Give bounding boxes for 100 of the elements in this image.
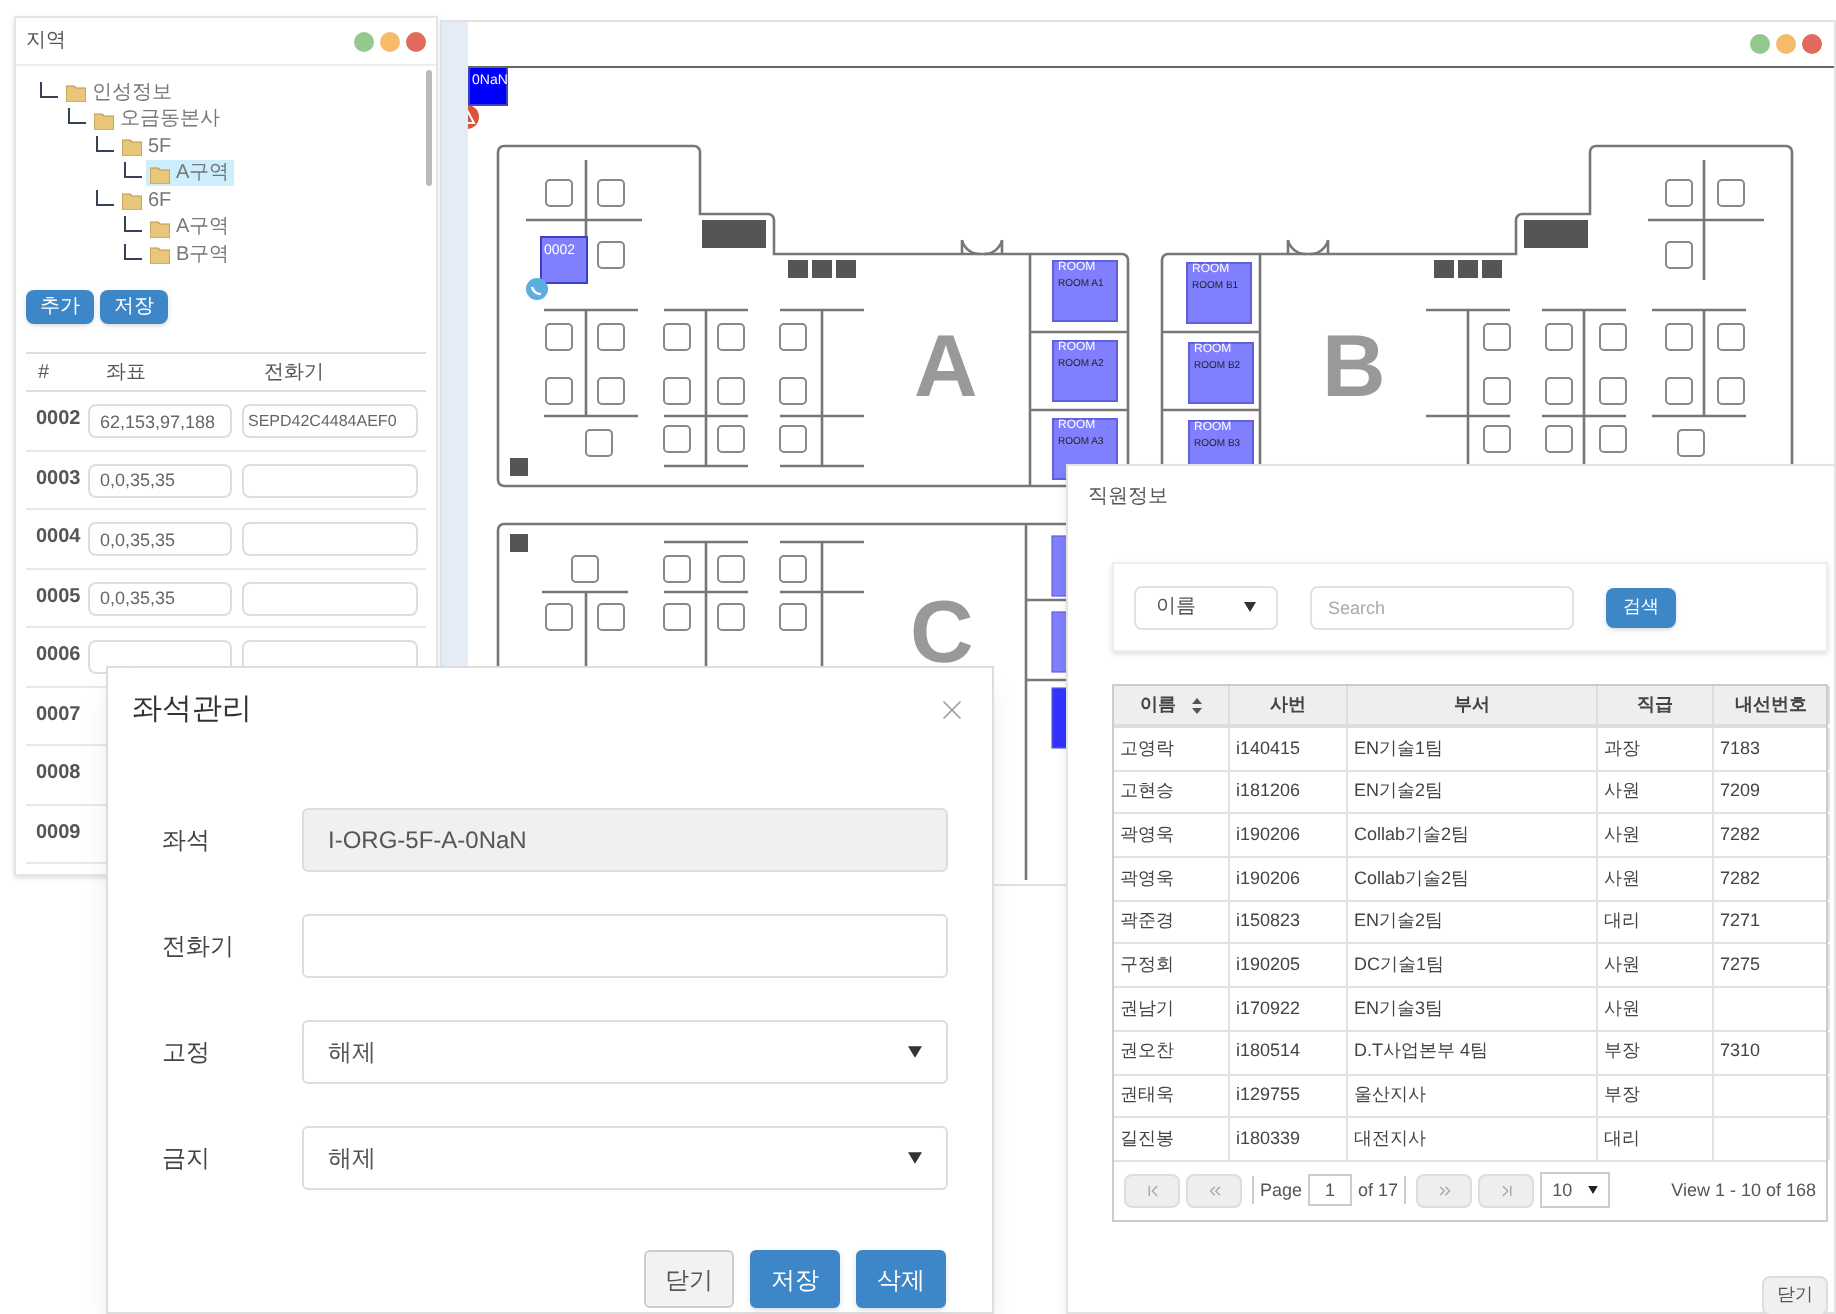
table-cell-text: 7183: [1720, 735, 1761, 762]
table-cell-text: 곽영욱: [1120, 865, 1174, 892]
field-label: 고정: [160, 1035, 212, 1069]
section-label: C: [910, 590, 974, 678]
row-number: 0006: [34, 642, 83, 670]
table-cell-text: 7275: [1720, 952, 1761, 979]
coords-field[interactable]: 0,0,35,35: [88, 522, 232, 556]
page-field[interactable]: 1: [1308, 1174, 1353, 1207]
table-cell-text: DC기술1팀: [1354, 952, 1445, 979]
coords-field[interactable]: 0,0,35,35: [88, 581, 232, 615]
field-label: 금지: [160, 1141, 212, 1175]
table-cell-text: i180514: [1236, 1038, 1301, 1065]
seat-field[interactable]: I-ORG-5F-A-0NaN: [302, 807, 948, 871]
chair-icon: [597, 323, 625, 351]
table-cell-text: EN기술2팀: [1354, 778, 1444, 805]
last-page-button[interactable]: [1478, 1173, 1535, 1208]
select-field[interactable]: 해제: [302, 1125, 948, 1189]
chair-icon: [1545, 425, 1573, 453]
chair-icon: [1717, 377, 1745, 405]
table-cell-text: 사원: [1604, 821, 1640, 848]
field-label: 전화기: [160, 929, 236, 963]
select-field[interactable]: 해제: [302, 1019, 948, 1083]
phone-field[interactable]: [302, 913, 948, 977]
chair-icon: [779, 603, 807, 631]
chair-icon: [597, 603, 625, 631]
window-controls-icon[interactable]: [354, 31, 426, 51]
phone-field[interactable]: SEPD42C4484AEF0: [242, 404, 418, 438]
tree-item[interactable]: 오금동본사: [90, 106, 224, 132]
column-header: 좌표: [104, 359, 148, 387]
section-label: A: [914, 324, 978, 412]
chair-icon: [597, 377, 625, 405]
table-cell-text: i140415: [1236, 735, 1301, 762]
column-header[interactable]: 이름: [1114, 686, 1230, 724]
tree-item[interactable]: 5F: [118, 133, 176, 159]
column-header[interactable]: 사번: [1230, 686, 1348, 724]
table-cell-text: 7282: [1720, 821, 1761, 848]
chair-icon: [717, 377, 745, 405]
column-header[interactable]: 직급: [1598, 686, 1714, 724]
coords-field[interactable]: 0,0,35,35: [88, 463, 232, 497]
scrollbar[interactable]: [426, 70, 432, 186]
table-cell-text: i190206: [1236, 821, 1301, 848]
chair-icon: [1677, 429, 1705, 457]
chair-icon: [1665, 377, 1693, 405]
table-cell-text: 대리: [1604, 1125, 1640, 1152]
table-cell-text: 과장: [1604, 735, 1640, 762]
next-page-button[interactable]: [1416, 1173, 1473, 1208]
caret-icon: [908, 1045, 922, 1057]
record-count: View 1 - 10 of 168: [1671, 1177, 1816, 1204]
phone-icon[interactable]: [526, 278, 548, 300]
tree-item[interactable]: A구역: [146, 214, 234, 240]
dialog-button[interactable]: 삭제: [856, 1250, 946, 1308]
chair-icon: [597, 241, 625, 269]
table-cell-text: i190206: [1236, 865, 1301, 892]
row-number: 0007: [34, 701, 83, 729]
phone-field[interactable]: [242, 522, 418, 556]
coords-field[interactable]: 62,153,97,188: [88, 404, 232, 438]
search-button[interactable]: 검색: [1606, 587, 1676, 627]
dialog-title: 좌석관리: [132, 690, 252, 730]
table-cell-text: 7310: [1720, 1038, 1761, 1065]
dialog-button[interactable]: 저장: [750, 1250, 840, 1308]
tree-item[interactable]: B구역: [146, 241, 234, 267]
table-cell-text: EN기술3팀: [1354, 995, 1444, 1022]
search-field[interactable]: Search: [1310, 585, 1574, 629]
chair-icon: [1665, 179, 1693, 207]
search-type-select[interactable]: 이름: [1134, 585, 1278, 629]
tree-item[interactable]: 6F: [118, 187, 176, 213]
phone-field[interactable]: [242, 463, 418, 497]
table-cell-text: i180339: [1236, 1125, 1301, 1152]
chair-icon: [1483, 323, 1511, 351]
phone-field[interactable]: [242, 581, 418, 615]
chair-icon: [779, 425, 807, 453]
table-cell-text: 권오찬: [1120, 1038, 1174, 1065]
table-cell-text: 권남기: [1120, 995, 1174, 1022]
table-cell-text: i150823: [1236, 908, 1301, 935]
column-header[interactable]: 부서: [1348, 686, 1598, 724]
toolbar-button[interactable]: 저장: [100, 290, 168, 324]
chair-icon: [1545, 323, 1573, 351]
chair-icon: [663, 425, 691, 453]
page-size-select[interactable]: 10: [1540, 1172, 1611, 1209]
dialog-button[interactable]: 닫기: [644, 1250, 734, 1308]
toolbar-button[interactable]: 추가: [26, 290, 94, 324]
previous-page-button[interactable]: [1186, 1173, 1242, 1208]
table-cell-text: 사원: [1604, 995, 1640, 1022]
table-cell-text: 사원: [1604, 865, 1640, 892]
table-cell-text: 권태욱: [1120, 1082, 1174, 1109]
chair-icon: [717, 603, 745, 631]
chair-icon: [545, 603, 573, 631]
window-controls-icon[interactable]: [1750, 34, 1822, 54]
table-cell-text: i129755: [1236, 1082, 1301, 1109]
tree-item[interactable]: 인성정보: [62, 79, 176, 105]
column-header[interactable]: 내선번호: [1714, 686, 1830, 724]
tree-item[interactable]: A구역: [146, 160, 234, 186]
chair-icon: [717, 323, 745, 351]
chair-icon: [571, 555, 599, 583]
close-button[interactable]: 닫기: [1762, 1276, 1828, 1314]
chair-icon: [717, 555, 745, 583]
table-cell-text: 사원: [1604, 778, 1640, 805]
next-page-icon: [1435, 1181, 1454, 1200]
last-page-icon: [1497, 1181, 1516, 1200]
first-page-button[interactable]: [1124, 1173, 1180, 1208]
